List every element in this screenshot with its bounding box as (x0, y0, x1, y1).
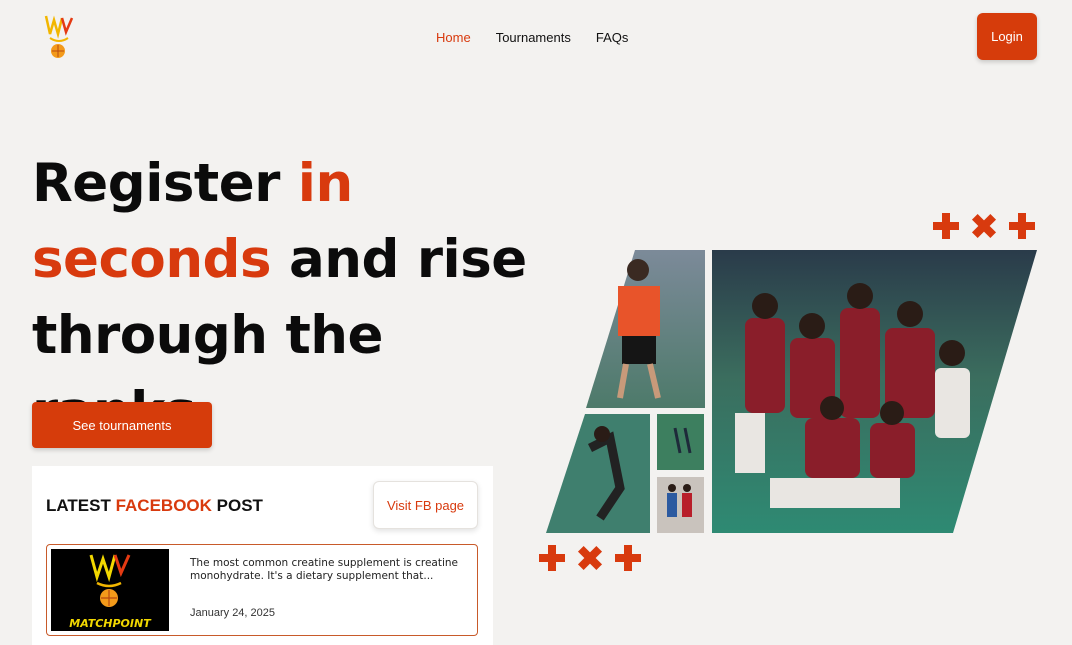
photo-small-pair (657, 477, 704, 533)
login-button[interactable]: Login (977, 13, 1037, 60)
nav-home[interactable]: Home (436, 30, 471, 45)
photo-collage (546, 250, 1037, 533)
hero-line2-accent: seconds (32, 229, 272, 290)
nav-tournaments[interactable]: Tournaments (496, 30, 571, 45)
hero-line2-text: and rise (271, 229, 527, 290)
fb-heading-accent: FACEBOOK (115, 496, 212, 515)
facebook-heading: LATEST FACEBOOK POST (46, 496, 263, 516)
photo-team-celebration (712, 250, 1037, 533)
photo-small-court (657, 414, 704, 470)
hero-line1-text: Register (32, 153, 298, 214)
facebook-post[interactable]: MATCHPOINT The most common creatine supp… (46, 544, 478, 636)
visit-fb-page-button[interactable]: Visit FB page (373, 481, 478, 529)
post-date: January 24, 2025 (190, 607, 276, 619)
photo-player-lunge (546, 414, 650, 533)
post-thumbnail: MATCHPOINT (51, 549, 169, 631)
see-tournaments-button[interactable]: See tournaments (32, 402, 212, 448)
decorative-crosses-top (933, 213, 1035, 239)
nav-faqs[interactable]: FAQs (596, 30, 629, 45)
post-text: The most common creatine supplement is c… (190, 557, 459, 582)
fb-heading-pre: LATEST (46, 496, 116, 515)
facebook-card: LATEST FACEBOOK POST Visit FB page MATCH… (32, 466, 493, 645)
decorative-crosses-bottom (539, 545, 641, 571)
main-nav: Home Tournaments FAQs (436, 30, 628, 45)
thumb-brand-text: MATCHPOINT (69, 617, 152, 630)
matchpoint-logo[interactable] (42, 14, 76, 60)
fb-heading-post: POST (211, 496, 263, 515)
hero-line1-accent: in (297, 153, 353, 214)
photo-player-serving (586, 250, 705, 408)
